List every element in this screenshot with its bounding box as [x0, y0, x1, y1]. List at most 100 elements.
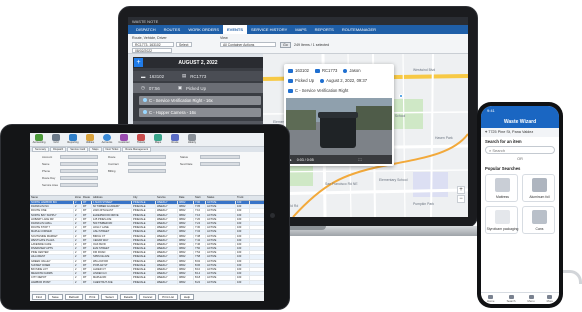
table-cell: ACTIVE	[206, 209, 236, 213]
map-label: Haven Park	[435, 136, 453, 140]
billing-field[interactable]	[128, 169, 166, 173]
next-date-field[interactable]	[200, 162, 240, 166]
grid-column-header[interactable]: Truck	[236, 196, 250, 200]
toolbar-reporting[interactable]: Reporting	[66, 134, 80, 146]
popup-route-id: RC1773	[321, 68, 338, 73]
add-route-button[interactable]: +	[134, 58, 143, 67]
toolbar-history[interactable]: History	[185, 134, 199, 146]
map-pin-icon[interactable]	[399, 94, 403, 98]
find-button[interactable]: Find	[32, 294, 46, 300]
truck-route-row[interactable]: ▬ 163102 ▤ RC1773	[133, 71, 263, 81]
help-button[interactable]: Help	[179, 294, 195, 300]
table-cell: 7:16	[194, 213, 206, 217]
table-cell: 163	[236, 217, 250, 221]
grid-column-header[interactable]: Status	[206, 196, 236, 200]
table-cell: RT	[82, 272, 92, 276]
nav-menu[interactable]: Menu	[528, 294, 535, 303]
toolbar-utilities[interactable]: Utilities	[83, 134, 97, 146]
grid-column-header[interactable]: Date	[178, 196, 194, 200]
tab-routemanager[interactable]: ROUTEMANAGER	[338, 25, 380, 34]
grid-column-header[interactable]: Route	[82, 196, 92, 200]
table-cell: ACTIVE	[206, 251, 236, 255]
contract-field[interactable]	[128, 162, 166, 166]
tab-dispatch[interactable]: DISPATCH	[132, 25, 160, 34]
tab-service-history[interactable]: SERVICE HISTORY	[247, 25, 291, 34]
save-button[interactable]: Save	[47, 294, 63, 300]
camera-event-2[interactable]: C - Hopper Camera - 16x	[139, 108, 261, 117]
grid-column-header[interactable]: City	[132, 196, 156, 200]
phone-field[interactable]	[60, 169, 98, 173]
grid-column-header[interactable]: Service	[156, 196, 178, 200]
table-cell: 2	[74, 259, 82, 263]
popup-header: 163102 RC1773 Jason	[288, 68, 361, 73]
fullscreen-icon[interactable]: ⛶	[359, 158, 362, 162]
table-cell: PINEVALE	[132, 238, 156, 242]
status-field[interactable]	[200, 155, 240, 159]
route-field[interactable]	[128, 155, 166, 159]
tab-events[interactable]: EVENTS	[222, 25, 247, 34]
tab-routes[interactable]: ROUTES	[160, 25, 185, 34]
zoom-in-icon[interactable]: +	[457, 186, 465, 194]
toolbar-accounts[interactable]: Accounts	[100, 134, 114, 146]
service-area-field[interactable]	[60, 183, 98, 187]
table-row[interactable]: HARBOR POINT 2 RT CHESTNUT AVE PINEVALE WEEKL…	[30, 280, 264, 285]
nav-more[interactable]: More	[546, 294, 553, 303]
search-icon: ⌕	[489, 148, 492, 153]
camera-video[interactable]: ▶ 0:03 / 0:05 ⛶	[286, 98, 392, 164]
account-field[interactable]	[60, 155, 98, 159]
name-field[interactable]	[60, 162, 98, 166]
phone-address-bar[interactable]: ⌖ 7725 Pine St, Pana Valdez	[481, 128, 559, 137]
route-select-dropdown[interactable]: Select	[176, 42, 192, 47]
date-input[interactable]: 08/02/2022	[132, 48, 172, 53]
zoom-out-icon[interactable]: −	[457, 195, 465, 203]
tab-work-orders[interactable]: WORK ORDERS	[184, 25, 223, 34]
location-pin-icon: ⌖	[485, 130, 488, 134]
table-cell: ACTIVE	[206, 255, 236, 259]
nav-search[interactable]: Search	[507, 294, 515, 303]
route-day-field[interactable]	[60, 176, 98, 180]
toolbar-route[interactable]: Route	[168, 134, 182, 146]
table-cell: ACTIVE	[206, 234, 236, 238]
go-button[interactable]: Go	[280, 42, 291, 48]
popular-card-aluminum-foil[interactable]: Aluminum foil	[522, 174, 555, 202]
toolbar-maps[interactable]: Maps	[151, 134, 165, 146]
table-cell: WEEKLY	[156, 242, 178, 247]
table-cell: ROUTE STOP 7	[30, 226, 74, 230]
pickup-icon: ▣	[177, 85, 182, 90]
toolbar-tickets[interactable]: Tickets	[134, 134, 148, 146]
popular-card-styrofoam[interactable]: Styrofoam packaging	[485, 206, 518, 234]
pickup-icon	[288, 78, 293, 83]
view-select[interactable]: All Container Actions	[220, 42, 276, 47]
tablet-home-button[interactable]	[270, 213, 275, 218]
camera-event-1[interactable]: C - Service Verification Right - 16x	[139, 96, 261, 105]
grid-column-header[interactable]: Name	[30, 196, 74, 200]
nav-label: More	[546, 298, 553, 303]
tab-reports[interactable]: REPORTS	[311, 25, 338, 34]
details-button[interactable]: Details	[119, 294, 137, 300]
grid-column-header[interactable]: Start	[194, 196, 206, 200]
refresh-button[interactable]: Refresh	[64, 294, 84, 300]
print-list-button[interactable]: Print List	[158, 294, 178, 300]
table-cell: 163	[236, 247, 250, 251]
table-cell: 2	[74, 276, 82, 280]
select-button[interactable]: Select	[101, 294, 118, 300]
form-label: Contract	[108, 162, 119, 166]
route-filter-input[interactable]: RC1773, 163102	[132, 42, 174, 47]
print-button[interactable]: Print	[85, 294, 100, 300]
phone-search-input[interactable]: ⌕ Search	[485, 146, 555, 154]
toolbar-customer[interactable]: Customer	[117, 134, 131, 146]
toolbar-accounting[interactable]: Accounting	[32, 134, 46, 146]
grid-column-header[interactable]: Zone	[74, 196, 82, 200]
camera-icon	[143, 110, 147, 114]
table-cell: CHESTNUT AVE	[92, 280, 132, 284]
grid-column-header[interactable]: Address	[92, 196, 132, 200]
event-row[interactable]: ◷ 07:56 ▣ Picked Up	[133, 83, 263, 93]
tab-maps[interactable]: MAPS	[291, 25, 310, 34]
popular-card-mattress[interactable]: Mattress	[485, 174, 518, 202]
nav-home[interactable]: Home	[487, 294, 495, 303]
camera-icon	[288, 88, 293, 93]
toolbar-grid[interactable]: Grid	[49, 134, 63, 146]
table-cell: PINEVALE	[132, 247, 156, 251]
cancel-button[interactable]: Cancel	[138, 294, 157, 300]
popular-card-cans[interactable]: Cans	[522, 206, 555, 234]
